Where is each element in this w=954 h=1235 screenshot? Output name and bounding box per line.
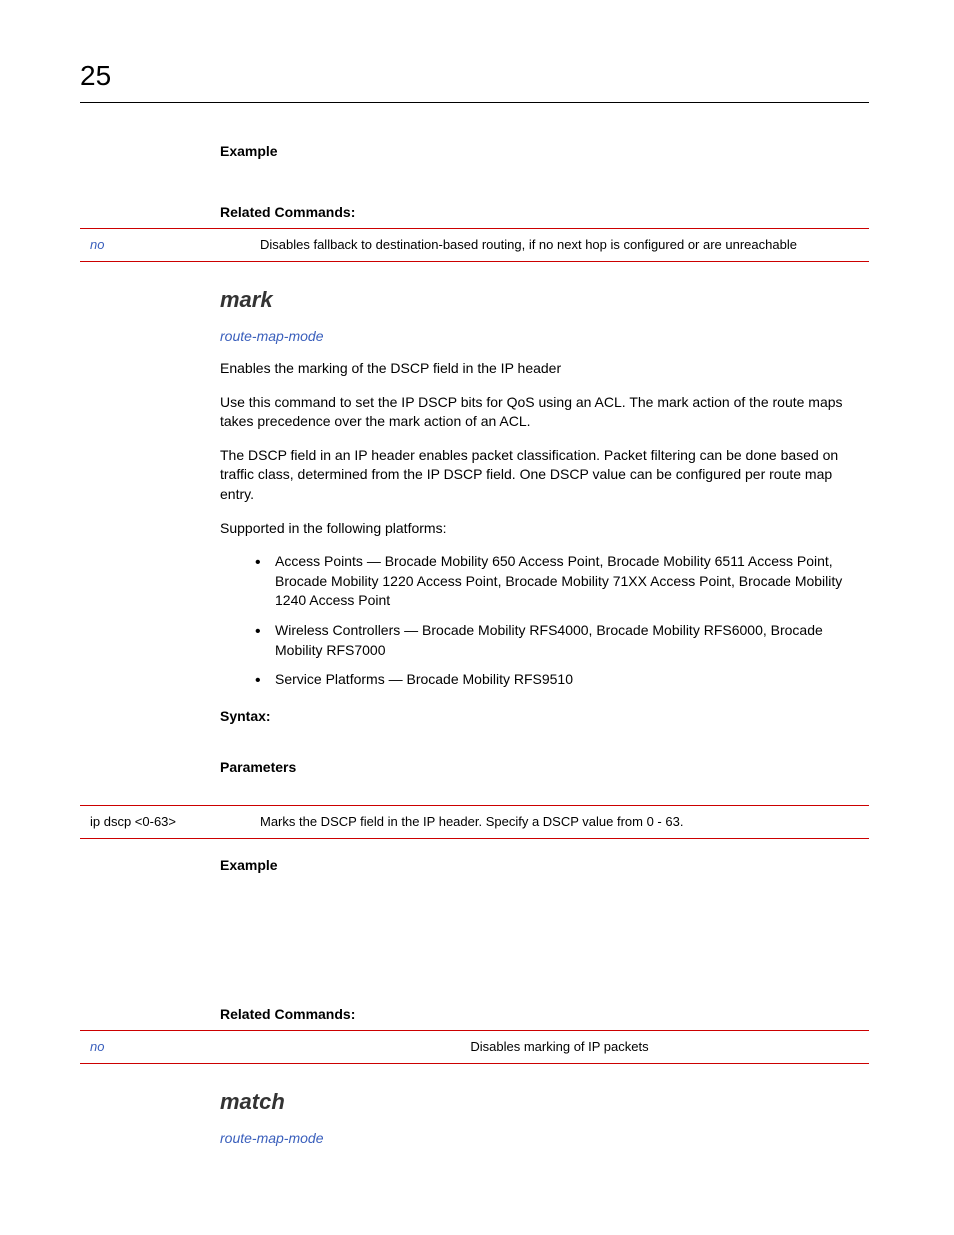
- example-label: Example: [220, 857, 869, 873]
- example-label: Example: [220, 143, 869, 159]
- related-table-desc: Disables fallback to destination-based r…: [260, 237, 869, 252]
- related-commands-label: Related Commands:: [220, 1006, 869, 1022]
- paragraph: Use this command to set the IP DSCP bits…: [220, 393, 869, 432]
- syntax-label: Syntax:: [220, 708, 869, 724]
- related-table-row: no Disables fallback to destination-base…: [80, 228, 869, 262]
- params-table-param: ip dscp <0-63>: [80, 814, 260, 829]
- related-table-cmd[interactable]: no: [80, 237, 260, 252]
- related-table-desc: Disables marking of IP packets: [260, 1039, 869, 1054]
- related-table-row: no Disables marking of IP packets: [80, 1030, 869, 1064]
- page-rule: [80, 102, 869, 103]
- params-table-row: ip dscp <0-63> Marks the DSCP field in t…: [80, 805, 869, 839]
- params-table-desc: Marks the DSCP field in the IP header. S…: [260, 814, 869, 829]
- related-table-cmd[interactable]: no: [80, 1039, 260, 1054]
- paragraph: Supported in the following platforms:: [220, 519, 869, 539]
- list-item: Service Platforms — Brocade Mobility RFS…: [275, 670, 869, 690]
- parameters-label: Parameters: [220, 759, 869, 775]
- list-item: Wireless Controllers — Brocade Mobility …: [275, 621, 869, 660]
- paragraph: Enables the marking of the DSCP field in…: [220, 359, 869, 379]
- route-map-mode-link[interactable]: route-map-mode: [220, 1130, 869, 1146]
- match-heading: match: [220, 1089, 869, 1115]
- route-map-mode-link[interactable]: route-map-mode: [220, 328, 869, 344]
- paragraph: The DSCP field in an IP header enables p…: [220, 446, 869, 505]
- page-number: 25: [80, 60, 869, 92]
- related-commands-label: Related Commands:: [220, 204, 869, 220]
- list-item: Access Points — Brocade Mobility 650 Acc…: [275, 552, 869, 611]
- platform-list: Access Points — Brocade Mobility 650 Acc…: [220, 552, 869, 690]
- mark-heading: mark: [220, 287, 869, 313]
